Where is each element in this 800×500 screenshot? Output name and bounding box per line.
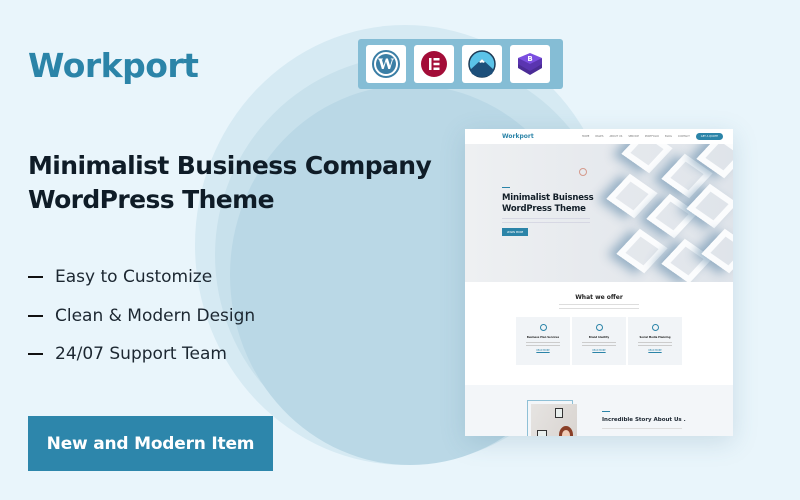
feature-item: Easy to Customize <box>28 258 255 297</box>
badge-bootstrap: B <box>510 45 550 83</box>
mockup-nav-link: PAGES <box>595 135 604 138</box>
mockup-nav-link: ABOUT US <box>609 135 623 138</box>
new-modern-item-button[interactable]: New and Modern Item <box>28 416 273 471</box>
mockup-learn-more-button: LEARN MORE <box>502 228 528 236</box>
theme-preview-mockup: Workport HOME PAGES ABOUT US SERVICE POR… <box>465 129 733 436</box>
play-icon <box>579 168 587 176</box>
mockup-offer-card: Business Plan Services READ MORE <box>516 317 570 365</box>
headline-line-2: WordPress Theme <box>28 185 275 214</box>
elementor-icon <box>421 51 447 77</box>
mockup-offer-card: Social Media Planning READ MORE <box>628 317 682 365</box>
feature-item: Clean & Modern Design <box>28 297 255 336</box>
mockup-hero-title-line-2: WordPress Theme <box>502 204 586 214</box>
mockup-navbar: Workport HOME PAGES ABOUT US SERVICE POR… <box>465 129 733 144</box>
badge-wordpress: W <box>366 45 406 83</box>
dash-icon <box>28 276 43 279</box>
page-headline: Minimalist Business Company WordPress Th… <box>28 149 432 217</box>
svg-text:B: B <box>527 55 532 63</box>
mockup-logo: Workport <box>502 133 534 140</box>
picture-frame-icon <box>537 430 547 436</box>
mockup-story-photo <box>531 404 577 436</box>
mockup-hero-title-line-1: Minimalist Buisness <box>502 193 594 203</box>
mockup-hero-title: Minimalist Buisness WordPress Theme <box>502 193 594 215</box>
mockup-nav-link: HOME <box>581 135 590 138</box>
mockup-nav-link: BLOG <box>664 135 672 138</box>
mockup-card-title: Business Plan Services <box>526 336 560 339</box>
svg-text:W: W <box>377 57 394 73</box>
hero-cube-shape <box>606 173 658 219</box>
dash-icon <box>28 314 43 317</box>
feature-label: Easy to Customize <box>55 267 213 288</box>
mockup-hero-kicker <box>502 187 510 188</box>
mockup-story-title: Incredible Story About Us . <box>602 417 686 423</box>
mockup-card-text <box>638 342 672 346</box>
mockup-offer-section: What we offer Business Plan Services REA… <box>465 282 733 385</box>
bootstrap-icon: B <box>518 53 542 75</box>
mockup-offer-cards: Business Plan Services READ MORE Brand I… <box>465 317 733 365</box>
service-icon <box>539 324 547 331</box>
feature-list: Easy to Customize Clean & Modern Design … <box>28 258 255 374</box>
service-icon <box>651 324 659 331</box>
headline-line-1: Minimalist Business Company <box>28 151 432 180</box>
mockup-offer-title: What we offer <box>575 294 623 301</box>
service-icon <box>595 324 603 331</box>
mockup-nav-link: CONTACT <box>677 135 690 138</box>
mockup-story-section: Incredible Story About Us . <box>465 385 733 436</box>
mockup-offer-card: Brand Identity READ MORE <box>572 317 626 365</box>
picture-frame-icon <box>555 408 563 418</box>
hero-cube-shape <box>621 144 673 174</box>
mockup-card-title: Brand Identity <box>588 336 610 339</box>
mockup-nav-link: SERVICE <box>628 135 639 138</box>
mockup-card-link: READ MORE <box>648 349 662 352</box>
dash-icon <box>28 353 43 356</box>
mockup-card-text <box>582 342 616 346</box>
mockup-quote-button: GET A QUOTE <box>695 133 723 140</box>
mockup-story-text <box>602 428 682 433</box>
mockup-hero-text <box>502 218 590 223</box>
brand-logo: Workport <box>28 46 199 85</box>
mockup-nav-link: PORTFOLIO <box>644 135 659 138</box>
mockup-nav-links: HOME PAGES ABOUT US SERVICE PORTFOLIO BL… <box>582 133 723 140</box>
hero-cube-shape <box>701 228 733 274</box>
hero-cube-shape <box>616 228 668 274</box>
mockup-card-link: READ MORE <box>592 349 606 352</box>
feature-item: 24/07 Support Team <box>28 335 255 374</box>
mockup-card-text <box>526 342 560 346</box>
feature-label: Clean & Modern Design <box>55 305 256 326</box>
plugin-badges: W B <box>358 39 563 89</box>
mockup-card-link: READ MORE <box>536 349 550 352</box>
badge-mountain <box>462 45 502 83</box>
mockup-hero: Minimalist Buisness WordPress Theme LEAR… <box>465 144 733 282</box>
person-face <box>562 430 570 436</box>
wordpress-icon: W <box>372 50 400 78</box>
mockup-offer-subtitle <box>559 304 639 309</box>
mockup-card-title: Social Media Planning <box>639 336 671 339</box>
mockup-story-kicker <box>602 411 610 412</box>
badge-elementor <box>414 45 454 83</box>
mountain-icon <box>468 50 496 78</box>
hero-cube-shape <box>646 193 698 239</box>
feature-label: 24/07 Support Team <box>55 344 227 365</box>
hero-cube-shape <box>661 238 713 282</box>
